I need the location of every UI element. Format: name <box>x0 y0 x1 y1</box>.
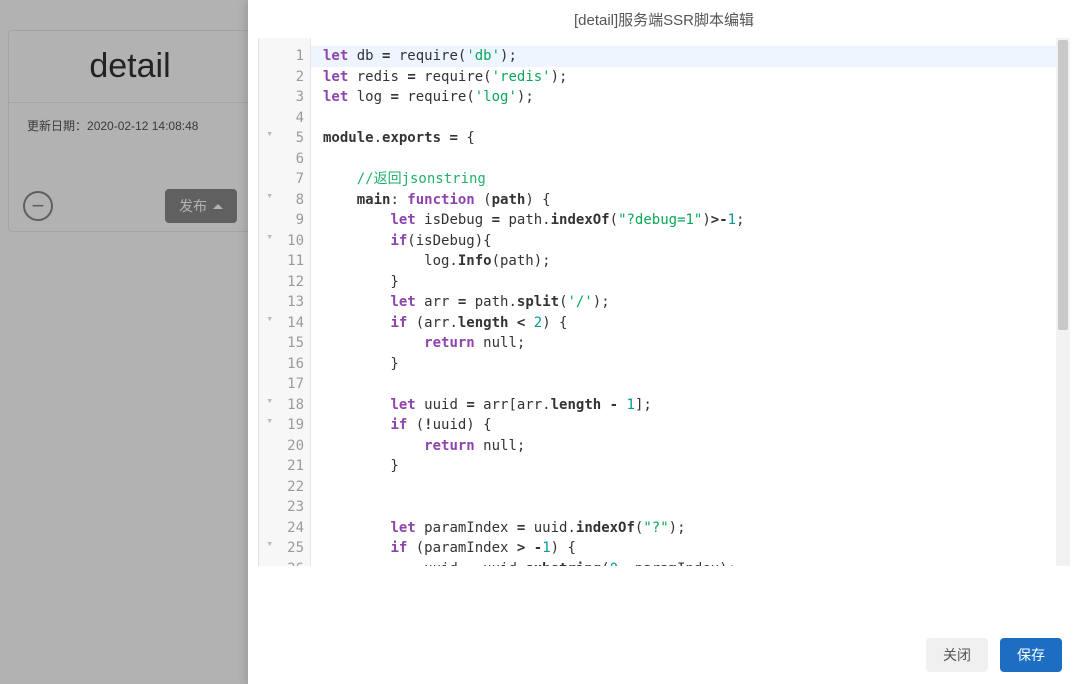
gutter-line[interactable]: 16 <box>259 354 304 375</box>
fold-icon[interactable]: ▾ <box>263 232 273 242</box>
code-line[interactable] <box>323 497 1070 518</box>
code-line[interactable]: if (arr.length < 2) { <box>323 313 1070 334</box>
close-button[interactable]: 关闭 <box>926 638 988 672</box>
modal-footer: 关闭 保存 <box>248 566 1080 684</box>
code-line[interactable]: let uuid = arr[arr.length - 1]; <box>323 395 1070 416</box>
gutter-line[interactable]: ▾19 <box>259 415 304 436</box>
gutter-line[interactable]: 26 <box>259 559 304 567</box>
code-line[interactable]: module.exports = { <box>323 128 1070 149</box>
modal-title: [detail]服务端SSR脚本编辑 <box>248 0 1080 38</box>
code-area[interactable]: let db = require('db');let redis = requi… <box>311 38 1070 566</box>
code-line[interactable]: if(isDebug){ <box>323 231 1070 252</box>
code-line[interactable]: let redis = require('redis'); <box>323 67 1070 88</box>
fold-icon[interactable]: ▾ <box>263 396 273 406</box>
gutter-line[interactable]: ▾14 <box>259 313 304 334</box>
fold-icon[interactable]: ▾ <box>263 129 273 139</box>
gutter-line[interactable]: ▾18 <box>259 395 304 416</box>
editor-scrollbar-thumb[interactable] <box>1058 40 1068 330</box>
code-line[interactable]: if (paramIndex > -1) { <box>323 538 1070 559</box>
gutter-line[interactable]: 17 <box>259 374 304 395</box>
editor-scrollbar[interactable] <box>1056 38 1070 566</box>
code-line[interactable]: return null; <box>323 436 1070 457</box>
gutter-line[interactable]: 23 <box>259 497 304 518</box>
fold-icon[interactable]: ▾ <box>263 191 273 201</box>
code-line[interactable]: let paramIndex = uuid.indexOf("?"); <box>323 518 1070 539</box>
gutter-line[interactable]: 13 <box>259 292 304 313</box>
code-line[interactable]: return null; <box>323 333 1070 354</box>
code-editor[interactable]: 1234▾567▾89▾10111213▾14151617▾18▾1920212… <box>258 38 1070 566</box>
code-line[interactable] <box>323 149 1070 170</box>
gutter-line[interactable]: ▾5 <box>259 128 304 149</box>
ssr-script-editor-modal: [detail]服务端SSR脚本编辑 1234▾567▾89▾10111213▾… <box>248 0 1080 684</box>
gutter-line[interactable]: ▾8 <box>259 190 304 211</box>
code-line[interactable]: let arr = path.split('/'); <box>323 292 1070 313</box>
code-line[interactable] <box>323 374 1070 395</box>
code-line[interactable]: } <box>323 272 1070 293</box>
code-line[interactable]: uuid = uuid.substring(0, paramIndex); <box>323 559 1070 567</box>
code-line[interactable]: } <box>323 456 1070 477</box>
gutter-line[interactable]: 1 <box>259 46 304 67</box>
gutter-line[interactable]: ▾25 <box>259 538 304 559</box>
code-line[interactable]: } <box>323 354 1070 375</box>
gutter-line[interactable]: 7 <box>259 169 304 190</box>
code-line[interactable] <box>323 477 1070 498</box>
code-line[interactable]: let log = require('log'); <box>323 87 1070 108</box>
code-line[interactable]: if (!uuid) { <box>323 415 1070 436</box>
code-line[interactable]: //返回jsonstring <box>323 169 1070 190</box>
code-line[interactable]: let db = require('db'); <box>323 46 1070 67</box>
fold-icon[interactable]: ▾ <box>263 314 273 324</box>
gutter[interactable]: 1234▾567▾89▾10111213▾14151617▾18▾1920212… <box>259 38 311 566</box>
gutter-line[interactable]: 11 <box>259 251 304 272</box>
code-line[interactable] <box>323 108 1070 129</box>
save-button[interactable]: 保存 <box>1000 638 1062 672</box>
gutter-line[interactable]: 3 <box>259 87 304 108</box>
gutter-line[interactable]: 6 <box>259 149 304 170</box>
gutter-line[interactable]: 4 <box>259 108 304 129</box>
gutter-line[interactable]: 15 <box>259 333 304 354</box>
gutter-line[interactable]: 9 <box>259 210 304 231</box>
gutter-line[interactable]: 20 <box>259 436 304 457</box>
gutter-line[interactable]: 21 <box>259 456 304 477</box>
code-line[interactable]: main: function (path) { <box>323 190 1070 211</box>
fold-icon[interactable]: ▾ <box>263 539 273 549</box>
code-line[interactable]: log.Info(path); <box>323 251 1070 272</box>
gutter-line[interactable]: 22 <box>259 477 304 498</box>
gutter-line[interactable]: ▾10 <box>259 231 304 252</box>
gutter-line[interactable]: 24 <box>259 518 304 539</box>
code-line[interactable]: let isDebug = path.indexOf("?debug=1")>-… <box>323 210 1070 231</box>
gutter-line[interactable]: 12 <box>259 272 304 293</box>
gutter-line[interactable]: 2 <box>259 67 304 88</box>
fold-icon[interactable]: ▾ <box>263 416 273 426</box>
